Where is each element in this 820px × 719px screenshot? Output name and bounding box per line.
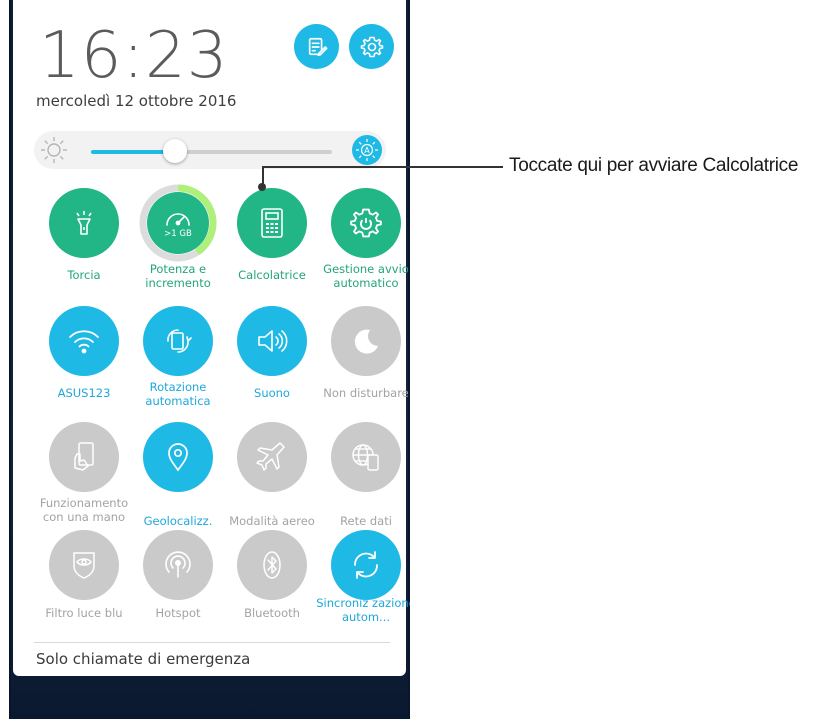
tile-circle[interactable] bbox=[143, 530, 213, 600]
tile-label: Torcia bbox=[67, 268, 101, 282]
auto-brightness-icon: A bbox=[356, 139, 378, 161]
flashlight-icon bbox=[76, 211, 92, 235]
tile-modalita-aereo[interactable]: Modalità aereo bbox=[225, 422, 319, 538]
tile-circle[interactable] bbox=[143, 422, 213, 492]
speedometer-icon: >1 GB bbox=[164, 213, 192, 239]
calculator-icon bbox=[261, 208, 283, 238]
tile-torcia[interactable]: Torcia bbox=[37, 188, 131, 304]
settings-button[interactable] bbox=[349, 24, 394, 69]
tile-circle[interactable] bbox=[331, 422, 401, 492]
brightness-slider[interactable] bbox=[91, 150, 332, 154]
eye-shield-icon bbox=[73, 552, 95, 579]
callout-label: Toccate qui per avviare Calcolatrice bbox=[509, 155, 799, 176]
sync-icon bbox=[354, 551, 378, 579]
tile-circle[interactable] bbox=[331, 188, 401, 258]
tile-circle[interactable] bbox=[237, 188, 307, 258]
tile-potenza-incremento[interactable]: >1 GB Potenza e incremento bbox=[131, 184, 225, 304]
tile-una-mano[interactable]: Funzionamento con una mano bbox=[37, 422, 131, 538]
tile-rotazione[interactable]: Rotazione automatica bbox=[131, 306, 225, 422]
callout-pointer-dot bbox=[258, 183, 266, 191]
brightness-slider-thumb[interactable] bbox=[163, 139, 188, 163]
tile-geolocalizzazione[interactable]: Geolocalizz. bbox=[131, 422, 225, 538]
emergency-calls-text: Solo chiamate di emergenza bbox=[36, 650, 251, 668]
clock-time: 16:23 bbox=[39, 19, 229, 93]
tile-suono[interactable]: Suono bbox=[225, 306, 319, 422]
tile-label: Bluetooth bbox=[244, 606, 300, 620]
gear-power-icon bbox=[350, 208, 382, 238]
tile-circle[interactable] bbox=[331, 530, 401, 600]
tile-circle[interactable] bbox=[331, 306, 401, 376]
tile-calcolatrice[interactable]: Calcolatrice bbox=[225, 188, 319, 304]
divider bbox=[34, 642, 390, 643]
tile-label: Funzionamento con una mano bbox=[39, 496, 129, 524]
tile-label: ASUS123 bbox=[57, 386, 111, 400]
tile-circle[interactable]: >1 GB bbox=[147, 192, 209, 254]
notes-button[interactable] bbox=[294, 24, 339, 69]
callout-line bbox=[262, 166, 503, 168]
moon-icon bbox=[354, 329, 378, 354]
tile-label: Rete dati bbox=[340, 514, 392, 528]
phone-screen: 16:23 mercoledì 12 ottobre 2016 A Torcia… bbox=[9, 0, 410, 719]
quick-settings-panel: 16:23 mercoledì 12 ottobre 2016 A Torcia… bbox=[13, 0, 410, 676]
bluetooth-icon bbox=[263, 551, 281, 579]
tile-label: Potenza e incremento bbox=[145, 262, 211, 290]
notes-edit-icon bbox=[308, 37, 327, 56]
tile-circle[interactable] bbox=[49, 422, 119, 492]
tile-circle[interactable] bbox=[49, 306, 119, 376]
wifi-icon bbox=[69, 330, 99, 354]
tile-circle[interactable] bbox=[143, 306, 213, 376]
speaker-icon bbox=[258, 330, 288, 352]
tile-wifi[interactable]: ASUS123 bbox=[37, 306, 131, 422]
sun-low-icon bbox=[41, 137, 67, 163]
tile-label: Filtro luce blu bbox=[45, 606, 123, 620]
tile-label: Sincroniz zazione autom... bbox=[316, 596, 410, 624]
svg-text:A: A bbox=[364, 146, 370, 155]
tile-label: Geolocalizz. bbox=[143, 514, 213, 528]
tile-circle[interactable] bbox=[49, 188, 119, 258]
tile-rete-dati[interactable]: Rete dati bbox=[319, 422, 410, 538]
clock-date: mercoledì 12 ottobre 2016 bbox=[36, 92, 237, 110]
airplane-icon bbox=[256, 442, 285, 471]
tile-label: Modalità aereo bbox=[229, 514, 315, 528]
brightness-bar: A bbox=[34, 131, 386, 169]
auto-brightness-button[interactable]: A bbox=[352, 135, 382, 165]
hotspot-icon bbox=[165, 551, 191, 578]
tile-label: Rotazione automatica bbox=[145, 380, 211, 408]
tile-label: Calcolatrice bbox=[238, 268, 306, 282]
tile-hotspot[interactable]: Hotspot bbox=[131, 530, 225, 646]
tile-sincronizzazione[interactable]: Sincroniz zazione autom... bbox=[316, 530, 410, 646]
tile-non-disturbare[interactable]: Non disturbare bbox=[319, 306, 410, 422]
tile-filtro-luce-blu[interactable]: Filtro luce blu bbox=[37, 530, 131, 646]
screen-edge-left bbox=[9, 0, 11, 719]
location-pin-icon bbox=[168, 443, 188, 472]
globe-phone-icon bbox=[352, 444, 379, 471]
tile-label: Non disturbare bbox=[323, 386, 409, 400]
tile-gestione-avvio[interactable]: Gestione avvio automatico bbox=[319, 188, 410, 304]
gear-icon bbox=[360, 36, 383, 57]
tile-circle[interactable] bbox=[237, 422, 307, 492]
svg-text:>1 GB: >1 GB bbox=[164, 229, 192, 239]
tile-label: Suono bbox=[254, 386, 290, 400]
tile-label: Hotspot bbox=[155, 606, 201, 620]
tile-circle[interactable] bbox=[237, 306, 307, 376]
one-hand-icon bbox=[74, 442, 94, 471]
tile-label: Gestione avvio automatico bbox=[323, 262, 409, 290]
rotate-icon bbox=[167, 329, 192, 353]
tile-bluetooth[interactable]: Bluetooth bbox=[225, 530, 319, 646]
tile-circle[interactable] bbox=[49, 530, 119, 600]
tile-circle[interactable] bbox=[237, 530, 307, 600]
